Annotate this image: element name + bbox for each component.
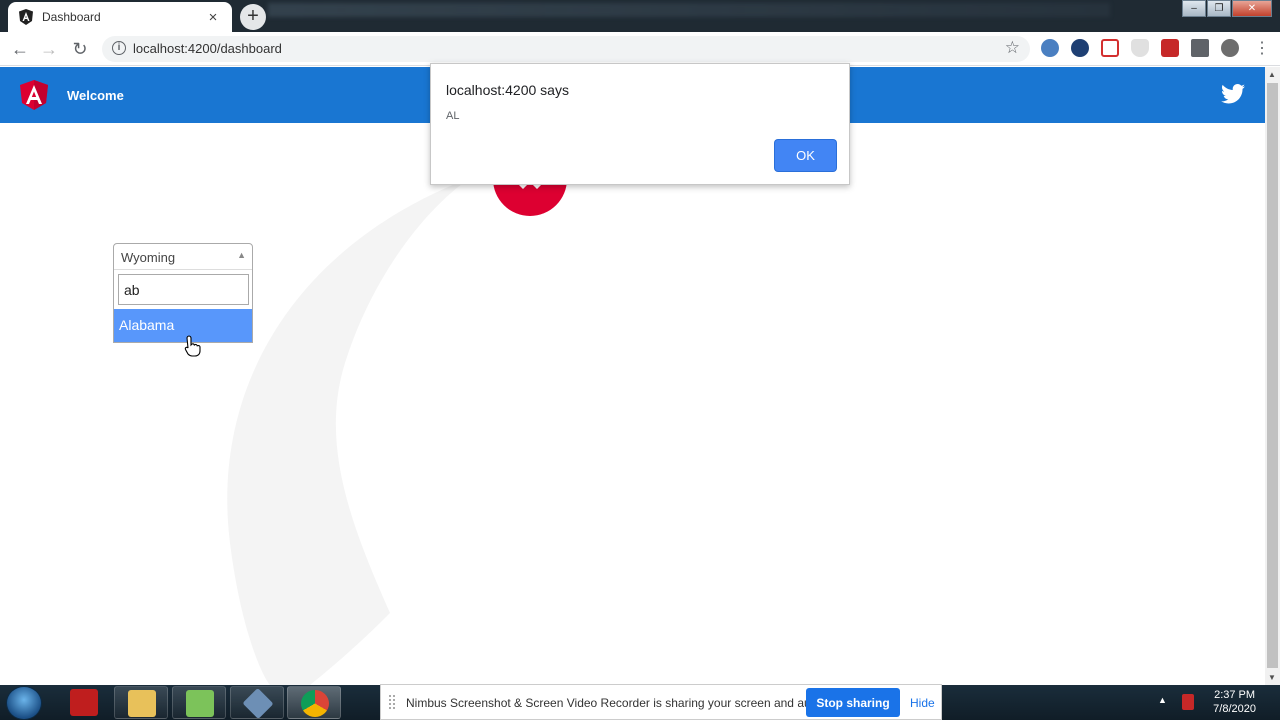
bookmark-star-icon[interactable]: ☆ (1005, 38, 1020, 58)
select-option-highlighted[interactable]: Alabama (114, 309, 252, 342)
cors-extension-icon[interactable] (1161, 39, 1179, 57)
taskbar-app[interactable] (230, 686, 284, 720)
alert-ok-button[interactable]: OK (775, 140, 836, 171)
menu-kebab-icon[interactable]: ⋮ (1254, 38, 1272, 57)
extension-na-icon[interactable] (1071, 39, 1089, 57)
url-text: localhost:4200/dashboard (133, 41, 282, 56)
taskbar-explorer[interactable] (114, 686, 168, 719)
tray-expand-icon[interactable]: ▲ (1158, 695, 1167, 705)
drag-handle[interactable] (389, 695, 395, 709)
reload-icon[interactable]: ↻ (69, 38, 91, 60)
forward-icon[interactable]: → (38, 38, 60, 60)
minimize-icon[interactable]: – (1182, 0, 1206, 17)
back-icon[interactable]: ← (9, 38, 31, 60)
chrome-icon (301, 690, 329, 717)
state-select[interactable]: Wyoming ▲ Alabama (113, 243, 253, 343)
start-button[interactable] (6, 686, 42, 720)
screen-record-icon[interactable] (1101, 39, 1119, 57)
alert-dialog: localhost:4200 says AL OK (430, 63, 850, 185)
twitter-icon[interactable] (1221, 83, 1245, 105)
scroll-down-icon[interactable]: ▼ (1268, 673, 1276, 682)
extension-icon[interactable] (1041, 39, 1059, 57)
scroll-thumb[interactable] (1267, 83, 1278, 668)
hand-pointer-cursor-icon (184, 335, 201, 357)
site-info-icon[interactable]: i (112, 41, 126, 55)
notepad-icon (186, 690, 214, 717)
taskbar-chrome[interactable] (287, 686, 341, 719)
angular-favicon-icon (19, 9, 33, 25)
window-controls: – ❐ ✕ (1181, 0, 1272, 18)
diamond-app-icon (242, 687, 274, 720)
angular-logo-icon (20, 80, 48, 110)
taskbar-notepad[interactable] (172, 686, 226, 719)
shield-icon[interactable] (1131, 39, 1149, 57)
tab-title: Dashboard (42, 10, 101, 24)
alert-message: AL (446, 110, 460, 122)
window-close-icon[interactable]: ✕ (1232, 0, 1272, 17)
hide-link[interactable]: Hide (910, 696, 935, 710)
select-current-value[interactable]: Wyoming ▲ (114, 244, 252, 270)
stop-sharing-button[interactable]: Stop sharing (806, 688, 900, 717)
folder-icon (128, 690, 156, 717)
clock-time: 2:37 PM (1214, 689, 1256, 701)
new-tab-button[interactable]: + (240, 4, 266, 30)
alert-title: localhost:4200 says (446, 82, 569, 98)
selected-state: Wyoming (121, 250, 176, 265)
profile-avatar[interactable] (1221, 39, 1239, 57)
tray-app-icon[interactable] (1182, 694, 1194, 710)
tab-close-icon[interactable]: × (204, 9, 222, 26)
restore-icon[interactable]: ❐ (1207, 0, 1231, 17)
taskbar-filezilla[interactable] (57, 686, 111, 719)
header-title: Welcome (67, 88, 124, 103)
taskbar-clock[interactable]: 2:37 PM 7/8/2020 (1213, 688, 1256, 716)
address-bar[interactable]: i localhost:4200/dashboard ☆ (102, 36, 1030, 62)
screen-share-bar: Nimbus Screenshot & Screen Video Recorde… (380, 684, 942, 720)
dropdown-arrow-icon[interactable]: ▲ (237, 250, 246, 260)
tab-dashboard[interactable]: Dashboard × (8, 2, 232, 32)
extensions-puzzle-icon[interactable] (1191, 39, 1209, 57)
background-swoosh-art (227, 178, 470, 685)
page-scrollbar[interactable]: ▲ ▼ (1265, 67, 1280, 685)
select-search-input[interactable] (118, 274, 249, 305)
clock-date: 7/8/2020 (1213, 703, 1256, 715)
share-message: Nimbus Screenshot & Screen Video Recorde… (406, 696, 831, 710)
filezilla-icon (70, 689, 98, 716)
system-tray: ▲ 2:37 PM 7/8/2020 (1140, 685, 1280, 720)
browser-tabstrip: Dashboard × + – ❐ ✕ (0, 0, 1280, 32)
scroll-up-icon[interactable]: ▲ (1268, 70, 1276, 79)
